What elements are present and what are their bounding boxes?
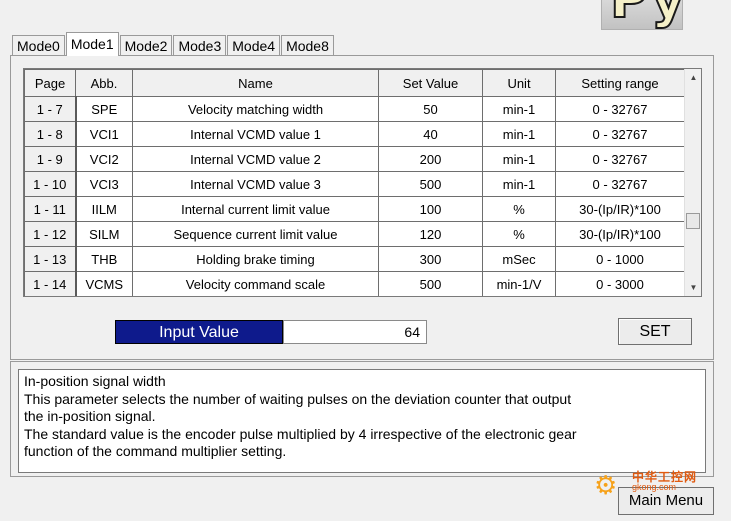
col-header-abb: Abb. [75, 69, 133, 97]
cell-abb: VCI1 [75, 121, 133, 147]
cell-name: Velocity matching width [132, 96, 379, 122]
cell-set-value[interactable]: 100 [378, 196, 483, 222]
cell-range: 0 - 3000 [555, 271, 685, 296]
cell-name: Internal VCMD value 1 [132, 121, 379, 147]
main-menu-button[interactable]: Main Menu [618, 487, 714, 515]
table-row[interactable]: 1 - 7 SPE Velocity matching width 50 min… [24, 96, 685, 122]
table-header-row: Page Abb. Name Set Value Unit Setting ra… [24, 69, 685, 97]
cell-abb: VCI2 [75, 146, 133, 172]
cell-range: 0 - 32767 [555, 96, 685, 122]
col-header-name: Name [132, 69, 379, 97]
tab-mode8[interactable]: Mode8 [281, 35, 334, 56]
cell-range: 30-(Ip/IR)*100 [555, 196, 685, 222]
cell-abb: VCMS [75, 271, 133, 296]
description-line: The standard value is the encoder pulse … [24, 425, 577, 442]
cell-set-value[interactable]: 200 [378, 146, 483, 172]
description-line: function of the command multiplier setti… [24, 443, 287, 459]
cell-name: Holding brake timing [132, 246, 379, 272]
set-button[interactable]: SET [618, 318, 692, 345]
cell-set-value[interactable]: 40 [378, 121, 483, 147]
table-row[interactable]: 1 - 12 SILM Sequence current limit value… [24, 221, 685, 247]
cell-set-value[interactable]: 500 [378, 171, 483, 197]
col-header-page: Page [24, 69, 76, 97]
description-line: the in-position signal. [24, 408, 156, 424]
tab-mode2[interactable]: Mode2 [119, 35, 173, 56]
tab-mode4[interactable]: Mode4 [227, 35, 281, 56]
cell-set-value[interactable]: 120 [378, 221, 483, 247]
cell-range: 0 - 32767 [555, 171, 685, 197]
cell-page: 1 - 10 [24, 171, 77, 197]
table-scrollbar[interactable]: ▲ ▼ [684, 69, 701, 296]
cell-range: 0 - 32767 [555, 146, 685, 172]
cell-unit: min-1/V [482, 271, 556, 296]
table-row[interactable]: 1 - 10 VCI3 Internal VCMD value 3 500 mi… [24, 171, 685, 197]
cell-unit: min-1 [482, 96, 556, 122]
description-line: In-position signal width [24, 373, 166, 389]
tab-mode1[interactable]: Mode1 [65, 32, 119, 56]
col-header-unit: Unit [482, 69, 556, 97]
cell-unit: mSec [482, 246, 556, 272]
tab-mode3[interactable]: Mode3 [173, 35, 227, 56]
cell-page: 1 - 11 [24, 196, 77, 222]
parameter-grid: Page Abb. Name Set Value Unit Setting ra… [23, 68, 702, 297]
cell-unit: % [482, 221, 556, 247]
cell-set-value[interactable]: 500 [378, 271, 483, 296]
cell-range: 0 - 1000 [555, 246, 685, 272]
logo: Py [601, 0, 683, 30]
cell-page: 1 - 12 [24, 221, 77, 247]
table-row[interactable]: 1 - 13 THB Holding brake timing 300 mSec… [24, 246, 685, 272]
scrollbar-thumb[interactable] [686, 213, 700, 229]
description-text: In-position signal width This parameter … [18, 369, 706, 473]
cell-range: 0 - 32767 [555, 121, 685, 147]
cell-abb: SPE [75, 96, 133, 122]
app-window: Py Mode0 Mode1 Mode2 Mode3 Mode4 Mode8 P… [0, 0, 731, 521]
table-row[interactable]: 1 - 9 VCI2 Internal VCMD value 2 200 min… [24, 146, 685, 172]
cell-abb: VCI3 [75, 171, 133, 197]
table-row[interactable]: 1 - 14 VCMS Velocity command scale 500 m… [24, 271, 685, 296]
cell-unit: min-1 [482, 171, 556, 197]
cell-name: Internal VCMD value 2 [132, 146, 379, 172]
cell-set-value[interactable]: 300 [378, 246, 483, 272]
cell-name: Velocity command scale [132, 271, 379, 296]
cell-abb: THB [75, 246, 133, 272]
description-panel: In-position signal width This parameter … [10, 361, 714, 477]
description-line: This parameter selects the number of wai… [24, 390, 572, 407]
cell-page: 1 - 7 [24, 96, 77, 122]
scroll-up-arrow-icon[interactable]: ▲ [685, 69, 701, 86]
input-value-label: Input Value [115, 320, 283, 344]
cell-page: 1 - 8 [24, 121, 77, 147]
cell-unit: min-1 [482, 121, 556, 147]
cell-page: 1 - 14 [24, 271, 77, 296]
col-header-set-value: Set Value [378, 69, 483, 97]
cell-name: Internal VCMD value 3 [132, 171, 379, 197]
cell-abb: SILM [75, 221, 133, 247]
table-row[interactable]: 1 - 11 IILM Internal current limit value… [24, 196, 685, 222]
cell-abb: IILM [75, 196, 133, 222]
cell-unit: min-1 [482, 146, 556, 172]
tab-mode0[interactable]: Mode0 [12, 35, 65, 56]
table-row[interactable]: 1 - 8 VCI1 Internal VCMD value 1 40 min-… [24, 121, 685, 147]
scroll-down-arrow-icon[interactable]: ▼ [685, 279, 701, 296]
parameter-table: Page Abb. Name Set Value Unit Setting ra… [24, 69, 685, 296]
parameter-panel: Page Abb. Name Set Value Unit Setting ra… [10, 55, 714, 360]
cell-set-value[interactable]: 50 [378, 96, 483, 122]
cell-name: Sequence current limit value [132, 221, 379, 247]
cell-name: Internal current limit value [132, 196, 379, 222]
cell-page: 1 - 13 [24, 246, 77, 272]
col-header-setting-range: Setting range [555, 69, 685, 97]
cell-unit: % [482, 196, 556, 222]
logo-text: Py [609, 0, 683, 30]
mode-tabs: Mode0 Mode1 Mode2 Mode3 Mode4 Mode8 [12, 32, 335, 56]
input-value-field[interactable]: 64 [283, 320, 427, 344]
cell-range: 30-(Ip/IR)*100 [555, 221, 685, 247]
cell-page: 1 - 9 [24, 146, 77, 172]
